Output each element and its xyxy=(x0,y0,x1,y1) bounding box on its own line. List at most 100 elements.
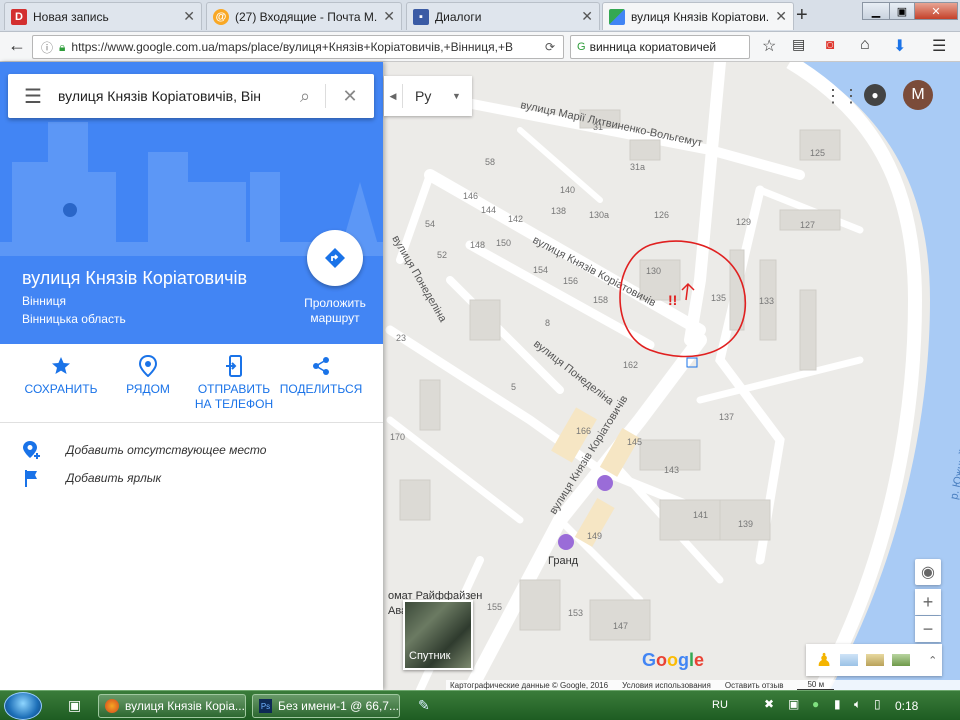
address-bar[interactable]: ⓘ 🔒︎ https://www.google.com.ua/maps/plac… xyxy=(32,35,564,59)
house-number: 126 xyxy=(654,210,669,220)
feedback-link[interactable]: Оставить отзыв xyxy=(725,681,784,690)
search-engine-icon[interactable]: G xyxy=(577,41,586,53)
bookmark-star-icon[interactable]: ☆ xyxy=(762,36,776,56)
house-number: 154 xyxy=(533,265,548,275)
language-indicator[interactable]: RU xyxy=(712,699,728,711)
satellite-toggle[interactable]: Спутник xyxy=(403,600,473,670)
shop-marker-icon[interactable] xyxy=(597,475,613,491)
apps-grid-icon[interactable]: ⋮⋮ xyxy=(824,86,860,107)
zoom-in-icon: + xyxy=(922,591,934,612)
search-box[interactable]: ☰ вулиця Князів Коріатовичів, Він ⌕ ✕ xyxy=(8,74,374,118)
taskbar-item-photoshop[interactable]: Ps Без имени-1 @ 66,7... xyxy=(252,694,400,718)
minimize-button[interactable]: ▁ xyxy=(862,2,890,20)
zoom-out-icon: − xyxy=(922,618,934,639)
reload-icon[interactable]: ⟳ xyxy=(545,40,563,54)
close-tab-icon[interactable]: ✕ xyxy=(581,8,593,25)
start-button[interactable] xyxy=(4,692,42,720)
close-window-button[interactable]: ✕ xyxy=(914,2,958,20)
show-desktop-icon[interactable]: ▣ xyxy=(68,697,81,714)
house-number: 156 xyxy=(563,276,578,286)
collapse-panel-icon[interactable]: ◀ xyxy=(384,91,402,102)
save-label: СОХРАНИТЬ xyxy=(24,382,98,396)
expand-icon[interactable]: ⌃ xyxy=(928,654,937,667)
share-button[interactable]: ПОДЕЛИТЬСЯ xyxy=(276,354,366,397)
house-number: 146 xyxy=(463,191,478,201)
send-to-phone-button[interactable]: ОТПРАВИТЬ НА ТЕЛЕФОН xyxy=(189,354,279,412)
my-location-button[interactable]: ◉ xyxy=(915,559,941,585)
imagery-thumb-icon[interactable] xyxy=(892,654,911,666)
volume-icon[interactable]: 🔈︎ xyxy=(854,697,861,712)
new-tab-button[interactable]: + xyxy=(796,4,808,27)
taskbar-item-firefox[interactable]: вулиця Князів Коріа... xyxy=(98,694,246,718)
pegman-icon[interactable]: ♟ xyxy=(816,650,832,671)
store-marker-icon[interactable] xyxy=(558,534,574,550)
back-arrow-icon[interactable]: ← xyxy=(8,35,26,56)
search-input[interactable]: вулиця Князів Коріатовичів, Він xyxy=(58,88,285,104)
place-title: вулиця Князів Коріатовичів xyxy=(22,268,248,288)
network-icon[interactable]: ▮ xyxy=(834,697,841,711)
house-number: 5 xyxy=(511,382,516,392)
download-icon[interactable]: ⬇ xyxy=(893,36,906,56)
send-to-phone-icon xyxy=(189,354,279,378)
imagery-thumb-icon[interactable] xyxy=(866,654,885,666)
tab-mail[interactable]: @ (27) Входящие - Почта М... ✕ xyxy=(206,2,402,30)
search-icon[interactable]: ⌕ xyxy=(285,86,325,107)
app-pin-icon[interactable]: ✎ xyxy=(418,697,430,714)
notifications-icon[interactable]: ● xyxy=(864,84,886,106)
house-number: 141 xyxy=(693,510,708,520)
close-tab-icon[interactable]: ✕ xyxy=(183,8,195,25)
menu-icon[interactable]: ☰ xyxy=(932,36,946,56)
home-icon[interactable]: ⌂ xyxy=(860,36,870,54)
maximize-button[interactable]: ▣ xyxy=(889,2,915,20)
tab-new-post[interactable]: D Новая запись ✕ xyxy=(4,2,202,30)
map-canvas[interactable]: вулиця Марії Литвиненко-Вольгемут вулиця… xyxy=(383,62,960,690)
tray-icon[interactable]: ▣ xyxy=(788,697,799,711)
imagery-thumb-icon[interactable] xyxy=(840,654,859,666)
send-to-phone-label: ОТПРАВИТЬ НА ТЕЛЕФОН xyxy=(194,382,274,411)
directions-button[interactable] xyxy=(307,230,363,286)
share-icon xyxy=(276,354,366,378)
add-missing-place-link[interactable]: Добавить отсутствующее место xyxy=(22,440,266,460)
tray-icon[interactable]: ● xyxy=(812,697,819,711)
place-region: Вінницька область xyxy=(22,312,126,326)
house-number: 31а xyxy=(630,162,645,172)
house-number: 166 xyxy=(576,426,591,436)
house-number: 142 xyxy=(508,214,523,224)
info-icon[interactable]: ⓘ xyxy=(41,39,53,56)
clear-icon[interactable]: ✕ xyxy=(326,86,374,107)
tab-maps[interactable]: вулиця Князів Коріатови... ✕ xyxy=(602,2,794,30)
language-selector[interactable]: ◀ Ру ▼ xyxy=(384,76,472,116)
url-text[interactable]: https://www.google.com.ua/maps/place/вул… xyxy=(71,40,539,54)
flag-icon xyxy=(25,470,37,487)
avatar[interactable]: М xyxy=(903,80,933,110)
pocket-icon[interactable]: ◙ xyxy=(826,36,834,52)
house-number: 147 xyxy=(613,621,628,631)
directions-label[interactable]: Проложить маршрут xyxy=(296,296,374,326)
house-number: 54 xyxy=(425,219,435,229)
hamburger-menu-icon[interactable]: ☰ xyxy=(8,84,58,109)
battery-icon[interactable]: ▯ xyxy=(874,697,881,711)
house-number: 125 xyxy=(810,148,825,158)
search-query[interactable]: винница кориатовичей xyxy=(590,40,717,54)
dropdown-arrow-icon[interactable]: ▼ xyxy=(452,91,472,101)
clock[interactable]: 0:18 xyxy=(895,699,918,713)
save-button[interactable]: СОХРАНИТЬ xyxy=(16,354,106,397)
close-tab-icon[interactable]: ✕ xyxy=(775,8,787,25)
zoom-out-button[interactable]: − xyxy=(915,616,941,642)
terms-link[interactable]: Условия использования xyxy=(622,681,711,690)
tab-dialogs[interactable]: ▪ Диалоги ✕ xyxy=(406,2,600,30)
language-label[interactable]: Ру xyxy=(403,88,452,104)
tray-icon[interactable]: ✖ xyxy=(764,697,774,711)
zoom-in-button[interactable]: + xyxy=(915,589,941,615)
scale-bar[interactable]: 50 м xyxy=(797,680,835,690)
search-bar[interactable]: G винница кориатовичей xyxy=(570,35,750,59)
close-tab-icon[interactable]: ✕ xyxy=(383,8,395,25)
d-favicon-icon: D xyxy=(11,8,27,25)
add-label-link[interactable]: Добавить ярлык xyxy=(22,468,161,488)
nearby-button[interactable]: РЯДОМ xyxy=(103,354,193,397)
reading-list-icon[interactable]: ▤ xyxy=(792,36,805,53)
street-view-panel[interactable]: ♟ ⌃ xyxy=(806,644,942,676)
share-label: ПОДЕЛИТЬСЯ xyxy=(279,382,363,396)
tab-strip: D Новая запись ✕ @ (27) Входящие - Почта… xyxy=(0,0,960,32)
house-number: 170 xyxy=(390,432,405,442)
